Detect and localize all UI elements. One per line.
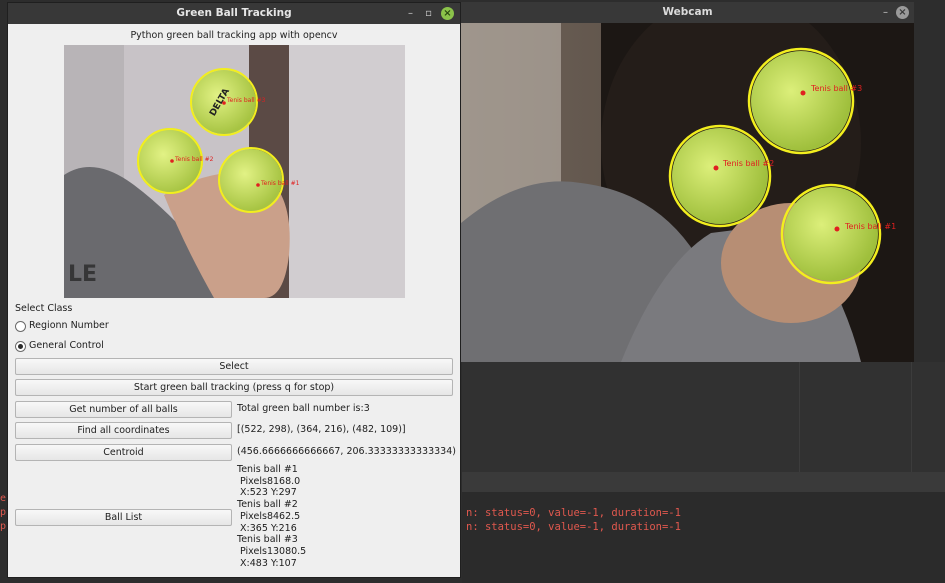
ball-list-line: Pixels8168.0	[237, 475, 301, 487]
ide-divider	[911, 362, 912, 472]
coordinates-value: [(522, 298), (364, 216), (482, 109)]	[237, 424, 406, 435]
select-class-label: Select Class	[15, 303, 73, 314]
close-button[interactable]: ×	[896, 6, 909, 19]
main-window: Green Ball Tracking – ▫ × Python green b…	[7, 2, 461, 578]
restore-button[interactable]: ▫	[422, 7, 435, 20]
minimize-button[interactable]: –	[404, 7, 417, 20]
centroid-value: (456.6666666666667, 206.33333333333334)	[237, 446, 456, 457]
ball-list-button[interactable]: Ball List	[15, 509, 232, 526]
ide-console-tabbar	[462, 472, 945, 492]
webcam-titlebar[interactable]: Webcam	[461, 2, 914, 23]
ide-console	[462, 492, 945, 583]
centroid-button[interactable]: Centroid	[15, 444, 232, 461]
console-line: n: status=0, value=-1, duration=-1	[466, 521, 681, 533]
ball-list-line: Pixels8462.5	[237, 510, 301, 522]
console-edge-char: e	[0, 493, 7, 504]
ball-list: Tenis ball #1 Pixels8168.0 X:523 Y:297 T…	[237, 464, 306, 569]
webcam-feed-image	[461, 23, 914, 362]
ball-overlay-label: Tenis ball #2	[175, 156, 214, 163]
ball-list-line: Pixels13080.5	[237, 545, 307, 557]
radio-general-control[interactable]	[15, 341, 26, 352]
console-edge-char: p	[0, 507, 7, 518]
ball-overlay-label: Tenis ball #1	[845, 222, 897, 231]
app-header: Python green ball tracking app with open…	[130, 30, 338, 41]
minimize-button[interactable]: –	[879, 6, 892, 19]
ball-list-line: X:523 Y:297	[237, 487, 297, 499]
main-titlebar[interactable]: Green Ball Tracking	[8, 3, 460, 24]
console-line: n: status=0, value=-1, duration=-1	[466, 507, 681, 519]
webcam-title: Webcam	[662, 6, 713, 18]
get-number-button[interactable]: Get number of all balls	[15, 401, 232, 418]
radio-region-number[interactable]	[15, 321, 26, 332]
start-tracking-button[interactable]: Start green ball tracking (press q for s…	[15, 379, 453, 396]
ball-list-line: Tenis ball #2	[237, 499, 298, 511]
radio-general-label: General Control	[29, 340, 104, 351]
ball-list-line: Tenis ball #1	[237, 464, 298, 475]
find-coordinates-button[interactable]: Find all coordinates	[15, 422, 232, 439]
console-edge-char: p	[0, 521, 7, 532]
close-button[interactable]: ×	[441, 7, 454, 20]
total-count-label: Total green ball number is:3	[237, 403, 370, 414]
ball-overlay-label: Tenis ball #3	[227, 97, 266, 104]
preview-frame: LE DELTA	[64, 45, 405, 298]
preview-image: LE DELTA Tenis ball #3 Tenis ball #2 Ten…	[64, 45, 405, 298]
ball-overlay-label: Tenis ball #3	[811, 84, 863, 93]
ball-list-line: X:365 Y:216	[237, 522, 297, 534]
ball-overlay-label: Tenis ball #2	[723, 159, 775, 168]
radio-region-label: Regionn Number	[29, 320, 109, 331]
svg-text:LE: LE	[68, 262, 97, 287]
select-button[interactable]: Select	[15, 358, 453, 375]
ide-editor-panel	[462, 362, 945, 472]
ball-list-line: X:483 Y:107	[237, 557, 297, 569]
ide-divider	[799, 362, 800, 472]
ball-overlay-label: Tenis ball #1	[261, 180, 300, 187]
window-title: Green Ball Tracking	[176, 7, 292, 19]
webcam-window: Webcam – × Tenis ball #3 Tenis ball #2 T…	[461, 2, 914, 362]
ball-list-line: Tenis ball #3	[237, 534, 298, 546]
